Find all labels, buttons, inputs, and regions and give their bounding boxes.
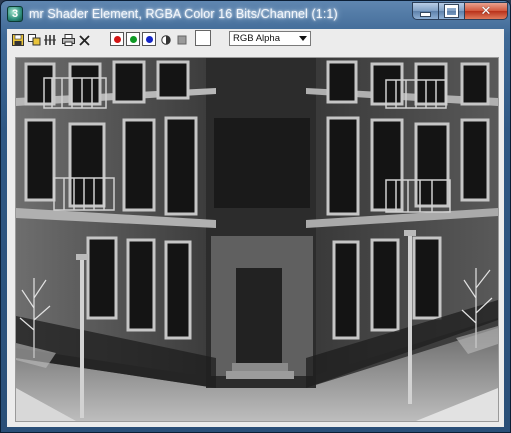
maximize-icon [444,4,459,18]
red-dot-icon [113,35,121,43]
close-icon: ✕ [480,3,492,19]
clear-icon[interactable] [77,33,91,47]
save-icon[interactable] [11,33,25,47]
render-window: 3 mr Shader Element, RGBA Color 16 Bits/… [0,0,511,433]
render-viewport[interactable] [15,57,499,422]
red-channel-toggle[interactable] [110,32,124,46]
app-icon[interactable]: 3 [7,6,23,22]
channel-icon[interactable] [43,33,57,47]
display-channel-dropdown[interactable]: RGB Alpha [229,31,311,46]
minimize-icon [420,12,431,17]
render-image [16,58,498,421]
color-swatch[interactable] [195,30,211,46]
green-channel-toggle[interactable] [126,32,140,46]
minimize-button[interactable] [412,2,439,20]
green-dot-icon [129,35,137,43]
dropdown-value: RGB Alpha [233,33,280,44]
title-bar[interactable]: 3 mr Shader Element, RGBA Color 16 Bits/… [1,1,510,29]
blue-channel-toggle[interactable] [142,32,156,46]
blue-dot-icon [145,35,153,43]
monochrome-toggle-icon[interactable] [159,33,173,47]
close-button[interactable]: ✕ [464,2,508,20]
alpha-toggle-icon[interactable] [175,33,189,47]
maximize-button[interactable] [438,2,465,20]
chevron-down-icon [299,36,307,41]
clone-icon[interactable] [27,33,41,47]
window-title: mr Shader Element, RGBA Color 16 Bits/Ch… [29,7,338,21]
toolbar: RGB Alpha [7,29,504,51]
window-client-area: RGB Alpha [7,29,504,427]
print-icon[interactable] [61,33,75,47]
